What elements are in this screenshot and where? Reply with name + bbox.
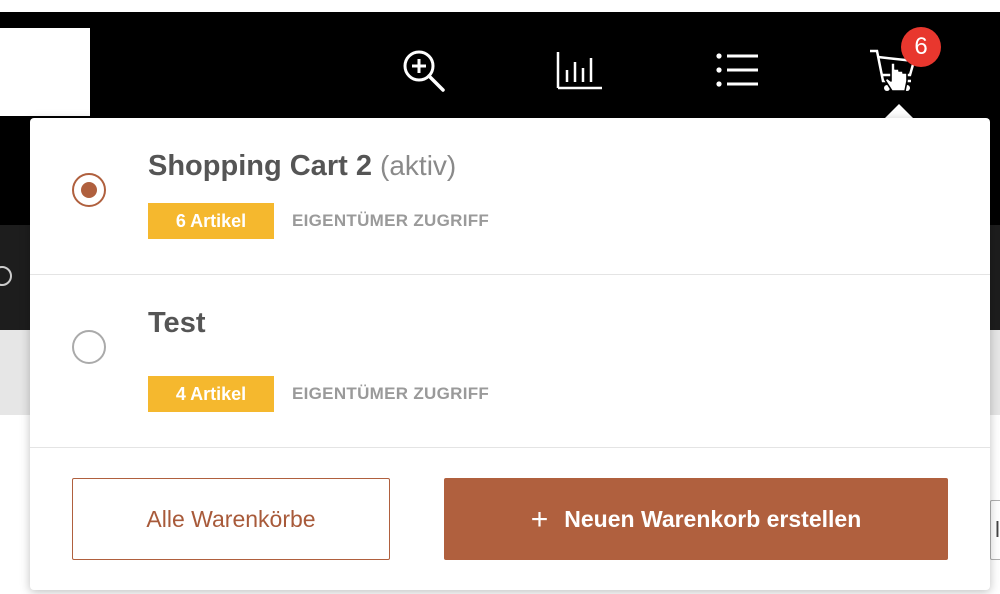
background-button-peek: l	[990, 500, 1000, 560]
create-cart-button-label: Neuen Warenkorb erstellen	[564, 506, 862, 532]
bar-chart-icon[interactable]	[551, 42, 607, 98]
cart-name: Shopping Cart 2	[148, 150, 372, 182]
cart-item-count-badge: 4 Artikel	[148, 376, 274, 412]
cart-name: Test	[148, 307, 206, 339]
cart-active-status: (aktiv)	[380, 150, 457, 181]
cart-count-badge: 6	[901, 27, 941, 67]
cart-list-item[interactable]: Shopping Cart 2 (aktiv) 6 Artikel EIGENT…	[30, 118, 990, 275]
site-header	[0, 12, 1000, 118]
cart-access-label: EIGENTÜMER ZUGRIFF	[292, 211, 490, 230]
cart-radio-selected[interactable]	[72, 173, 106, 207]
zoom-in-icon[interactable]	[395, 42, 451, 98]
cart-title: Test	[148, 307, 205, 340]
cart-dropdown: Shopping Cart 2 (aktiv) 6 Artikel EIGENT…	[30, 118, 990, 590]
cart-item-count-badge: 6 Artikel	[148, 203, 274, 239]
cart-access-label: EIGENTÜMER ZUGRIFF	[292, 384, 490, 403]
logo-area[interactable]	[0, 28, 90, 116]
create-cart-button[interactable]: + Neuen Warenkorb erstellen	[444, 478, 948, 560]
all-carts-button[interactable]: Alle Warenkörbe	[72, 478, 390, 560]
cart-radio-unselected[interactable]	[72, 330, 106, 364]
all-carts-button-label: Alle Warenkörbe	[146, 506, 316, 532]
dropdown-caret	[885, 104, 913, 118]
page-top-strip	[0, 0, 1000, 12]
cart-list-item[interactable]: Test 4 Artikel EIGENTÜMER ZUGRIFF	[30, 275, 990, 448]
cart-title: Shopping Cart 2 (aktiv)	[148, 150, 456, 183]
list-icon[interactable]	[708, 42, 764, 98]
plus-icon: +	[530, 503, 549, 536]
